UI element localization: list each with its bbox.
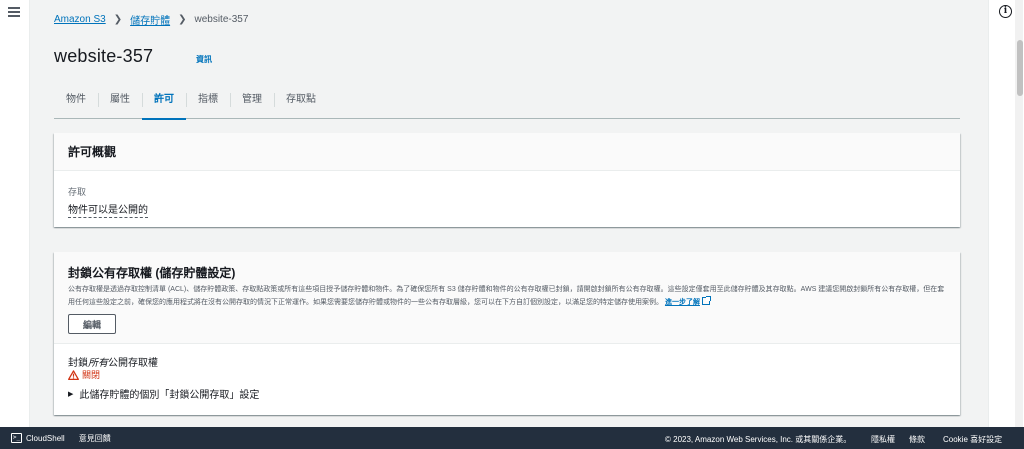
privacy-link[interactable]: 隱私權 [871,434,895,445]
external-link-icon [701,296,711,305]
panel-header: 封鎖公有存取權 (儲存貯體設定) 公有存取權是透過存取控制清單 (ACL)、儲存… [54,252,960,344]
cookie-preferences-link[interactable]: Cookie 喜好設定 [943,434,1002,445]
scrollbar-thumb[interactable] [1017,40,1023,96]
tab-metrics[interactable]: 指標 [186,89,230,119]
left-rail [0,0,30,427]
breadcrumb: Amazon S3 ❯ 儲存貯體 ❯ website-357 [54,12,248,27]
info-link[interactable]: 資訊 [196,54,212,65]
block-status: 關閉 [68,368,100,381]
tab-access-points[interactable]: 存取點 [274,89,328,119]
status-text: 關閉 [82,370,101,380]
panel-header: 許可概觀 [54,133,960,171]
block-public-access-panel: 封鎖公有存取權 (儲存貯體設定) 公有存取權是透過存取控制清單 (ACL)、儲存… [54,252,960,415]
individual-settings-expander[interactable]: ▶ 此儲存貯體的個別「封鎖公開存取」設定 [68,386,259,401]
access-label: 存取 [68,187,87,197]
page-title: website-357 [54,46,154,66]
block-all-suffix: 公開存取權 [108,358,158,369]
chevron-right-icon: ❯ [113,14,123,25]
description-text: 公有存取權是透過存取控制清單 (ACL)、儲存貯體政策、存取點政策或所有這些項目… [68,286,945,306]
tab-permissions[interactable]: 許可 [142,89,186,120]
cloudshell-button[interactable]: >_ CloudShell [11,433,65,443]
cloudshell-icon: >_ [11,433,22,443]
feedback-link[interactable]: 意見回饋 [79,433,111,444]
edit-button[interactable]: 編輯 [68,314,116,334]
panel-description: 公有存取權是透過存取控制清單 (ACL)、儲存貯體政策、存取點政策或所有這些項目… [68,283,948,309]
access-value[interactable]: 物件可以是公開的 [68,201,148,218]
expander-label: 此儲存貯體的個別「封鎖公開存取」設定 [79,390,260,401]
block-all-label: 封鎖所有公開存取權 [68,354,158,369]
cloudshell-label: CloudShell [26,433,65,443]
warning-icon [68,369,79,380]
breadcrumb-amazon-s3[interactable]: Amazon S3 [54,14,106,25]
info-icon[interactable]: i [999,5,1012,18]
tab-bar: 物件 屬性 許可 指標 管理 存取點 [54,89,960,120]
permissions-overview-panel: 許可概觀 存取 物件可以是公開的 [54,133,960,227]
caret-right-icon: ▶ [68,390,74,398]
right-rail: i [988,0,1024,427]
breadcrumb-current: website-357 [194,14,249,25]
breadcrumb-buckets[interactable]: 儲存貯體 [130,12,170,27]
tab-management[interactable]: 管理 [230,89,274,119]
footer: >_ CloudShell 意見回饋 © 2023, Amazon Web Se… [0,427,1024,449]
main-content: Amazon S3 ❯ 儲存貯體 ❯ website-357 website-3… [30,0,988,427]
menu-icon[interactable] [8,7,20,17]
copyright-text: © 2023, Amazon Web Services, Inc. 或其關係企業… [665,435,852,444]
chevron-right-icon: ❯ [178,14,187,25]
terms-link[interactable]: 條款 [909,434,925,445]
tab-properties[interactable]: 屬性 [98,89,142,119]
learn-more-link[interactable]: 進一步了解 [665,299,700,306]
panel-heading: 封鎖公有存取權 (儲存貯體設定) [68,266,236,280]
tab-objects[interactable]: 物件 [54,89,98,119]
panel-heading: 許可概觀 [68,145,117,159]
